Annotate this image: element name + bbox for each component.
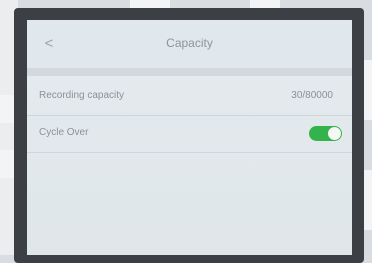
cycle-over-toggle[interactable] (309, 126, 342, 141)
section-divider (27, 68, 352, 76)
recording-capacity-row: Recording capacity 30/80000 (27, 79, 352, 116)
title-bar: < Capacity (27, 20, 352, 68)
cycle-over-label: Cycle Over (39, 127, 89, 138)
device-screen: < Capacity Recording capacity 30/80000 C… (27, 20, 352, 255)
recording-capacity-value: 30/80000 (291, 90, 333, 101)
page-title: Capacity (166, 36, 213, 50)
toggle-knob (328, 127, 341, 140)
recording-capacity-label: Recording capacity (39, 90, 125, 101)
cycle-over-row: Cycle Over (27, 116, 352, 153)
